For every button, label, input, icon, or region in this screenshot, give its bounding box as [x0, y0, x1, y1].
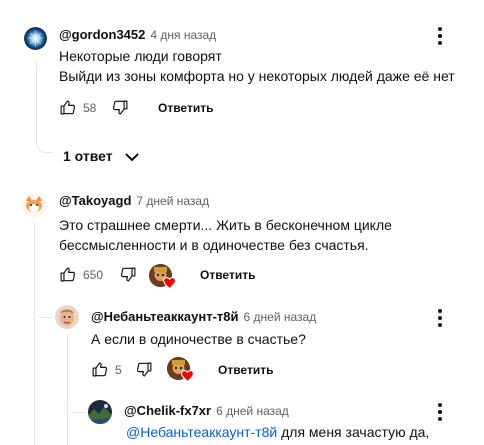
comment-text: @Небаньтеаккаунт-т8й для меня зачастую д…: [126, 422, 429, 442]
thumb-up-icon: [60, 267, 76, 282]
avatar-globe-image: [24, 27, 47, 50]
mention-link[interactable]: @Небаньтеаккаунт-т8й: [126, 424, 277, 440]
avatar[interactable]: [55, 305, 79, 329]
comment-author-line: @Chelik-fx7xr 6 дней назад: [124, 403, 289, 418]
dislike-button[interactable]: [136, 361, 153, 378]
avatar-face-image: [55, 305, 79, 329]
like-count: 58: [83, 101, 97, 115]
chevron-down-icon: [125, 153, 139, 162]
comment-time[interactable]: 6 дней назад: [244, 310, 317, 324]
like-button[interactable]: [59, 266, 76, 283]
dot: [438, 417, 442, 421]
comment-menu-button[interactable]: [438, 27, 442, 48]
avatar-landscape-image: [88, 400, 112, 424]
dot: [438, 323, 442, 327]
reply-button[interactable]: Ответить: [200, 268, 255, 282]
comment-author[interactable]: @gordon3452: [59, 27, 145, 42]
like-count: 650: [83, 268, 104, 282]
dot: [438, 316, 442, 320]
like-count: 5: [115, 363, 122, 377]
comment-time[interactable]: 6 дней назад: [216, 404, 289, 418]
avatar[interactable]: [88, 400, 112, 424]
thumb-down-icon: [112, 100, 128, 115]
comment-menu-button[interactable]: [438, 403, 442, 424]
heart-icon: [163, 277, 176, 289]
comment-text: Некоторые люди говорят Выйди из зоны ком…: [59, 46, 455, 86]
dislike-button[interactable]: [112, 99, 129, 116]
thumb-down-icon: [136, 362, 152, 377]
comment-text: А если в одиночестве в счастье?: [91, 329, 306, 349]
dot: [438, 41, 442, 45]
dot: [438, 34, 442, 38]
comment-text-line: А если в одиночестве в счастье?: [91, 331, 306, 347]
thread-connector: [36, 60, 53, 153]
avatar-fox-image: [22, 193, 46, 217]
comment-author[interactable]: @Chelik-fx7xr: [124, 403, 211, 418]
comment-author-line: @Takoyagd 7 дней назад: [59, 193, 209, 208]
replies-toggle-label: 1 ответ: [63, 148, 113, 164]
thread-connector: [67, 385, 85, 413]
thread-connector: [34, 290, 52, 318]
like-button[interactable]: [59, 99, 76, 116]
comment-text-tail: для меня зачастую да,: [277, 424, 430, 440]
comment-author[interactable]: @Takoyagd: [59, 193, 131, 208]
comment-text-line: бессмысленности и в одиночестве без счас…: [59, 237, 369, 253]
heart-icon: [181, 370, 194, 382]
vertical-dots-icon: [438, 403, 442, 407]
comment-text-line: Некоторые люди говорят: [59, 48, 222, 64]
replies-toggle-button[interactable]: 1 ответ: [63, 148, 139, 166]
comment-author-line: @Небаньтеаккаунт-т8й 6 дней назад: [91, 309, 316, 324]
vertical-dots-icon: [438, 309, 442, 313]
like-button[interactable]: [91, 361, 108, 378]
thumb-up-icon: [92, 362, 108, 377]
dot: [438, 410, 442, 414]
thumb-up-icon: [60, 100, 76, 115]
comment-time[interactable]: 7 дней назад: [136, 194, 209, 208]
dislike-button[interactable]: [120, 266, 137, 283]
thumb-down-icon: [120, 267, 136, 282]
comment-text: Это страшнее смерти... Жить в бесконечно…: [59, 215, 392, 255]
thread-connector: [34, 222, 35, 445]
avatar[interactable]: [24, 27, 47, 50]
comment-text-line: Выйди из зоны комфорта но у некоторых лю…: [59, 68, 455, 84]
comment-text-line: Это страшнее смерти... Жить в бесконечно…: [59, 217, 392, 233]
comment-author-line: @gordon3452 4 дня назад: [59, 27, 216, 42]
comment-time[interactable]: 4 дня назад: [150, 28, 216, 42]
vertical-dots-icon: [438, 27, 442, 31]
comment-menu-button[interactable]: [438, 309, 442, 330]
comment-author[interactable]: @Небаньтеаккаунт-т8й: [91, 309, 239, 324]
avatar[interactable]: [22, 193, 46, 217]
reply-button[interactable]: Ответить: [158, 101, 213, 115]
reply-button[interactable]: Ответить: [218, 363, 273, 377]
